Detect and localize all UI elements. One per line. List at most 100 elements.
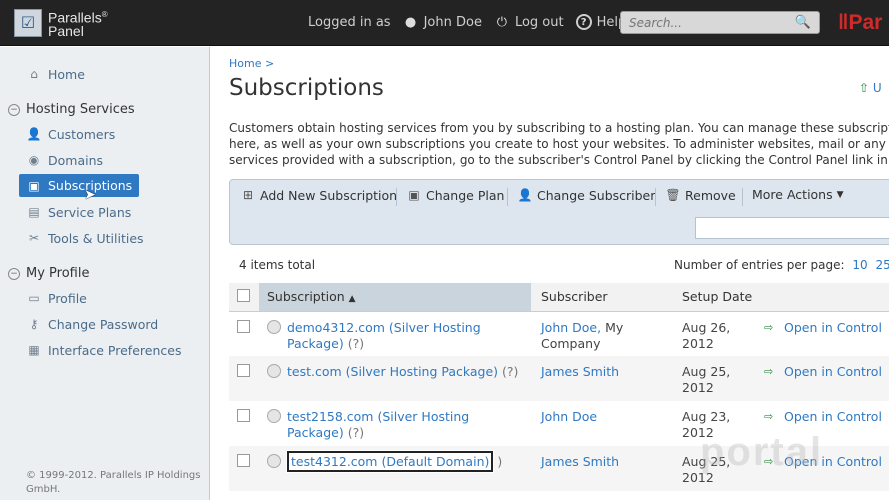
group-hosting-services[interactable]: − Hosting Services: [8, 102, 135, 117]
user-name: John Doe: [423, 14, 482, 30]
sidebar-item-tools[interactable]: ✂ Tools & Utilities: [26, 228, 144, 248]
sidebar-item-customers[interactable]: 👤 Customers: [26, 124, 116, 144]
row-checkbox[interactable]: [237, 319, 250, 333]
select-all-checkbox[interactable]: [237, 288, 250, 302]
subscription-link[interactable]: demo4312.com (Silver Hosting: [287, 320, 481, 335]
filter-input[interactable]: [695, 217, 889, 239]
table-row: test.com (Silver Hosting Package) (?) Ja…: [229, 356, 889, 401]
top-header: ☑ Parallels® Panel Logged in as ● John D…: [0, 0, 889, 46]
help-hint[interactable]: (?): [348, 425, 364, 440]
column-subscriber[interactable]: Subscriber: [531, 283, 674, 312]
row-checkbox[interactable]: [237, 454, 250, 467]
open-panel-icon: ⇨: [764, 365, 774, 378]
sidebar-item-home[interactable]: ⌂ Home: [26, 64, 85, 84]
open-control-panel-link[interactable]: ⇨ Open in Control: [764, 364, 889, 380]
logout-label: Log out: [514, 14, 564, 30]
change-plan-button[interactable]: ▣ Change Plan: [406, 187, 504, 203]
column-setup-date[interactable]: Setup Date: [674, 283, 764, 312]
sidebar: ⌂ Home − Hosting Services 👤 Customers ◉ …: [0, 47, 210, 500]
user-menu[interactable]: ● John Doe: [403, 14, 482, 30]
sort-asc-icon: ▲: [348, 294, 356, 305]
trash-icon: 🗑: [665, 188, 681, 202]
parallels-logo[interactable]: ☑ Parallels® Panel: [14, 8, 108, 38]
change-subscriber-button[interactable]: 👤 Change Subscriber: [517, 187, 656, 203]
open-panel-icon: ⇨: [764, 410, 774, 423]
sidebar-item-change-password[interactable]: ⚷ Change Password: [26, 314, 159, 334]
tools-icon: ✂: [28, 231, 40, 245]
help-hint[interactable]: (?): [502, 364, 518, 379]
collapse-icon: −: [8, 267, 20, 280]
table-row: demo4312.com (Silver Hosting Package) (?)…: [229, 311, 889, 356]
subscriber-link[interactable]: James Smith: [541, 454, 619, 469]
subscription-link[interactable]: test2158.com (Silver Hosting: [287, 409, 469, 424]
subscription-link-highlighted[interactable]: test4312.com (Default Domain): [285, 450, 495, 473]
search-icon[interactable]: 🔍: [795, 15, 811, 30]
toolbar-divider: [507, 188, 508, 206]
status-icon: [267, 364, 281, 378]
items-total: 4 items total: [239, 258, 316, 272]
status-icon: [267, 454, 281, 468]
toolbar-divider: [655, 188, 656, 206]
group-my-profile[interactable]: − My Profile: [8, 266, 89, 281]
page-description: Customers obtain hosting services from y…: [229, 121, 889, 167]
help-hint[interactable]: ): [497, 454, 502, 469]
page-title: Subscriptions: [229, 75, 384, 101]
top-nav: Logged in as ● John Doe ⏻ Log out ? Help: [308, 14, 638, 30]
search-input[interactable]: [621, 12, 791, 33]
column-subscription[interactable]: Subscription ▲: [259, 283, 531, 312]
sidebar-item-subscriptions[interactable]: ▣ Subscriptions: [19, 174, 140, 197]
change-plan-icon: ▣: [408, 188, 420, 202]
breadcrumb[interactable]: Home >: [229, 57, 274, 70]
power-icon: ⏻: [496, 14, 508, 30]
open-panel-icon: ⇨: [764, 320, 774, 334]
subscriber-link[interactable]: James Smith: [541, 364, 619, 379]
subscriber-link[interactable]: John Doe: [541, 409, 597, 424]
user-icon: ●: [404, 14, 417, 30]
per-page-10[interactable]: 10: [852, 258, 867, 272]
logout-link[interactable]: ⏻ Log out: [494, 14, 564, 30]
toolbar-divider: [742, 188, 743, 206]
change-subscriber-icon: 👤: [517, 188, 533, 202]
open-control-panel-link[interactable]: ⇨ Open in Control: [764, 320, 889, 336]
per-page-25[interactable]: 25: [876, 258, 889, 272]
open-control-panel-link[interactable]: ⇨ Open in Control: [764, 409, 889, 425]
subscription-link[interactable]: test.com (Silver Hosting Package): [287, 364, 498, 379]
subscriber-link[interactable]: John Doe,: [541, 320, 601, 335]
search-box: 🔍: [620, 11, 820, 34]
toolbar: ⊞ Add New Subscription ▣ Change Plan 👤 C…: [229, 179, 889, 245]
help-link[interactable]: ? Help: [575, 14, 626, 30]
mouse-cursor-icon: ➤: [84, 187, 96, 203]
add-subscription-icon: ⊞: [242, 188, 254, 202]
up-arrow-icon: ⇧: [859, 81, 873, 95]
key-icon: ⚷: [29, 317, 39, 331]
add-subscription-button[interactable]: ⊞ Add New Subscription: [240, 187, 397, 203]
customers-icon: 👤: [26, 127, 42, 141]
row-checkbox[interactable]: [237, 409, 250, 422]
entries-per-page: Number of entries per page: 10 25 1: [674, 258, 889, 272]
sidebar-item-service-plans[interactable]: ▤ Service Plans: [26, 202, 131, 222]
brand-logo-right: ‖Par: [838, 11, 883, 34]
chevron-down-icon: ▼: [836, 189, 844, 200]
status-icon: [267, 409, 281, 423]
status-icon: [267, 319, 281, 334]
remove-button[interactable]: 🗑 Remove: [665, 187, 735, 203]
profile-icon: ▭: [28, 291, 40, 305]
sidebar-item-profile[interactable]: ▭ Profile: [26, 288, 87, 308]
help-hint[interactable]: (?): [348, 336, 364, 351]
service-plans-icon: ▤: [28, 205, 40, 219]
up-level-link[interactable]: ⇧ U: [859, 81, 882, 95]
logo-line2: Panel: [48, 22, 84, 39]
toolbar-divider: [396, 188, 397, 206]
collapse-icon: −: [8, 103, 20, 116]
parallels-logo-icon: ☑: [14, 8, 42, 37]
subscriptions-icon: ▣: [28, 178, 40, 193]
home-icon: ⌂: [30, 67, 38, 81]
more-actions-dropdown[interactable]: More Actions ▼: [752, 187, 844, 202]
preferences-icon: ▦: [28, 343, 40, 357]
watermark-logo: portal: [700, 430, 824, 474]
logged-in-label: Logged in as: [308, 14, 391, 30]
sidebar-item-interface-preferences[interactable]: ▦ Interface Preferences: [26, 340, 181, 360]
row-checkbox[interactable]: [237, 364, 250, 377]
copyright: © 1999-2012. Parallels IP Holdings GmbH.: [26, 470, 201, 495]
sidebar-item-domains[interactable]: ◉ Domains: [26, 150, 103, 170]
